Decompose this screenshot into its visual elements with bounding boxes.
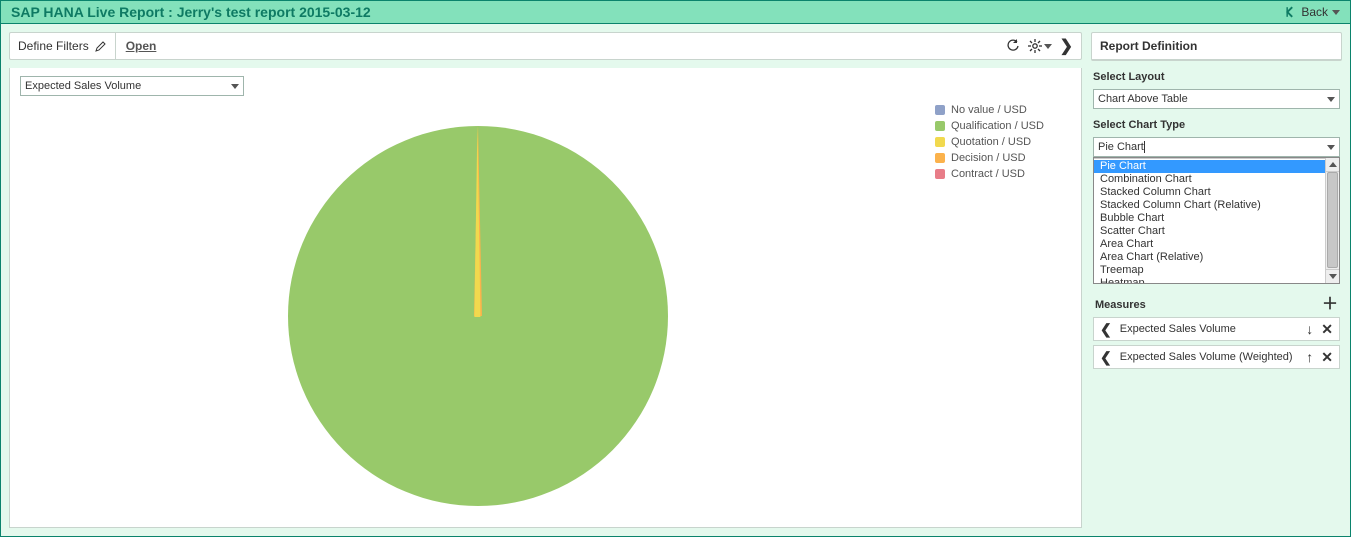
toolbar: Define Filters Open ❯ <box>9 32 1082 60</box>
refresh-button[interactable] <box>1006 39 1020 53</box>
legend-label: Contract / USD <box>951 168 1025 180</box>
dropdown-option[interactable]: Treemap <box>1094 264 1325 277</box>
dropdown-option[interactable]: Area Chart <box>1094 238 1325 251</box>
layout-selector[interactable]: Chart Above Table <box>1093 89 1340 109</box>
title-bar: SAP HANA Live Report : Jerry's test repo… <box>1 1 1350 24</box>
legend-item[interactable]: Contract / USD <box>935 168 1065 180</box>
gear-icon <box>1028 39 1042 53</box>
measure-selector[interactable]: Expected Sales Volume <box>20 76 244 96</box>
page-title: SAP HANA Live Report : Jerry's test repo… <box>11 4 371 20</box>
dropdown-scrollbar[interactable] <box>1325 158 1339 283</box>
dropdown-option[interactable]: Stacked Column Chart (Relative) <box>1094 199 1325 212</box>
legend-swatch <box>935 137 945 147</box>
pie-slice-quotation <box>474 125 480 317</box>
measure-label: Expected Sales Volume <box>1120 323 1299 335</box>
pencil-icon <box>95 40 107 52</box>
measure-remove-button[interactable]: ✕ <box>1321 322 1333 336</box>
back-icon <box>1285 6 1297 18</box>
legend-label: No value / USD <box>951 104 1027 116</box>
dropdown-option[interactable]: Stacked Column Chart <box>1094 186 1325 199</box>
chart-area: Expected Sales Volume No value / USD Qua… <box>9 68 1082 528</box>
panel-title: Report Definition <box>1092 33 1341 60</box>
legend-label: Quotation / USD <box>951 136 1031 148</box>
settings-button[interactable] <box>1028 39 1052 53</box>
dropdown-option[interactable]: Heatmap <box>1094 277 1325 283</box>
legend-swatch <box>935 121 945 131</box>
measure-move-down-button[interactable]: ↓ <box>1306 322 1313 336</box>
chart-type-selector[interactable]: Pie Chart <box>1093 137 1340 157</box>
dropdown-option[interactable]: Bubble Chart <box>1094 212 1325 225</box>
dropdown-option[interactable]: Scatter Chart <box>1094 225 1325 238</box>
chart-type-dropdown: Pie Chart Combination Chart Stacked Colu… <box>1093 157 1340 284</box>
chevron-down-icon <box>1327 97 1335 102</box>
measure-move-left-button[interactable]: ❮ <box>1100 350 1112 364</box>
add-measure-button[interactable]: ＋ <box>1322 297 1338 313</box>
measure-item: ❮ Expected Sales Volume (Weighted) ↑ ✕ <box>1093 345 1340 369</box>
back-button[interactable]: Back <box>1285 5 1340 19</box>
select-chart-type-title: Select Chart Type <box>1093 109 1340 137</box>
scroll-down-button[interactable] <box>1326 269 1339 283</box>
define-filters-button[interactable]: Define Filters <box>10 33 116 59</box>
legend-item[interactable]: Quotation / USD <box>935 136 1065 148</box>
measure-move-up-button[interactable]: ↑ <box>1306 350 1313 364</box>
chart-type-selector-value: Pie Chart <box>1098 141 1145 153</box>
legend-swatch <box>935 169 945 179</box>
settings-caret-icon <box>1044 44 1052 49</box>
dropdown-option[interactable]: Combination Chart <box>1094 173 1325 186</box>
layout-selector-value: Chart Above Table <box>1098 93 1188 105</box>
legend-item[interactable]: Qualification / USD <box>935 120 1065 132</box>
measure-selector-value: Expected Sales Volume <box>25 80 141 92</box>
chart-legend: No value / USD Qualification / USD Quota… <box>935 96 1065 184</box>
scroll-up-button[interactable] <box>1326 158 1339 172</box>
legend-item[interactable]: Decision / USD <box>935 152 1065 164</box>
dropdown-option[interactable]: Pie Chart <box>1094 160 1325 173</box>
select-layout-title: Select Layout <box>1093 61 1340 89</box>
legend-swatch <box>935 105 945 115</box>
main-area: Define Filters Open ❯ Expected Sales Vol… <box>1 24 1090 536</box>
measure-remove-button[interactable]: ✕ <box>1321 350 1333 364</box>
legend-label: Decision / USD <box>951 152 1026 164</box>
toggle-panel-button[interactable]: ❯ <box>1060 36 1073 56</box>
measure-item: ❮ Expected Sales Volume ↓ ✕ <box>1093 317 1340 341</box>
measures-title: Measures <box>1095 299 1146 311</box>
dropdown-option[interactable]: Area Chart (Relative) <box>1094 251 1325 264</box>
pie-chart[interactable] <box>288 126 668 506</box>
legend-swatch <box>935 153 945 163</box>
refresh-icon <box>1006 39 1020 53</box>
chevron-up-icon <box>1329 162 1337 167</box>
scroll-thumb[interactable] <box>1327 172 1338 268</box>
legend-item[interactable]: No value / USD <box>935 104 1065 116</box>
measure-move-left-button[interactable]: ❮ <box>1100 322 1112 336</box>
open-link[interactable]: Open <box>116 39 167 53</box>
back-label: Back <box>1301 5 1328 19</box>
chevron-down-icon <box>1327 145 1335 150</box>
chevron-down-icon <box>231 84 239 89</box>
define-filters-label: Define Filters <box>18 39 89 53</box>
measure-label: Expected Sales Volume (Weighted) <box>1120 351 1299 363</box>
report-definition-panel: Report Definition Select Layout Chart Ab… <box>1090 24 1350 536</box>
chevron-down-icon <box>1329 274 1337 279</box>
legend-label: Qualification / USD <box>951 120 1044 132</box>
back-dropdown-caret-icon <box>1332 10 1340 15</box>
